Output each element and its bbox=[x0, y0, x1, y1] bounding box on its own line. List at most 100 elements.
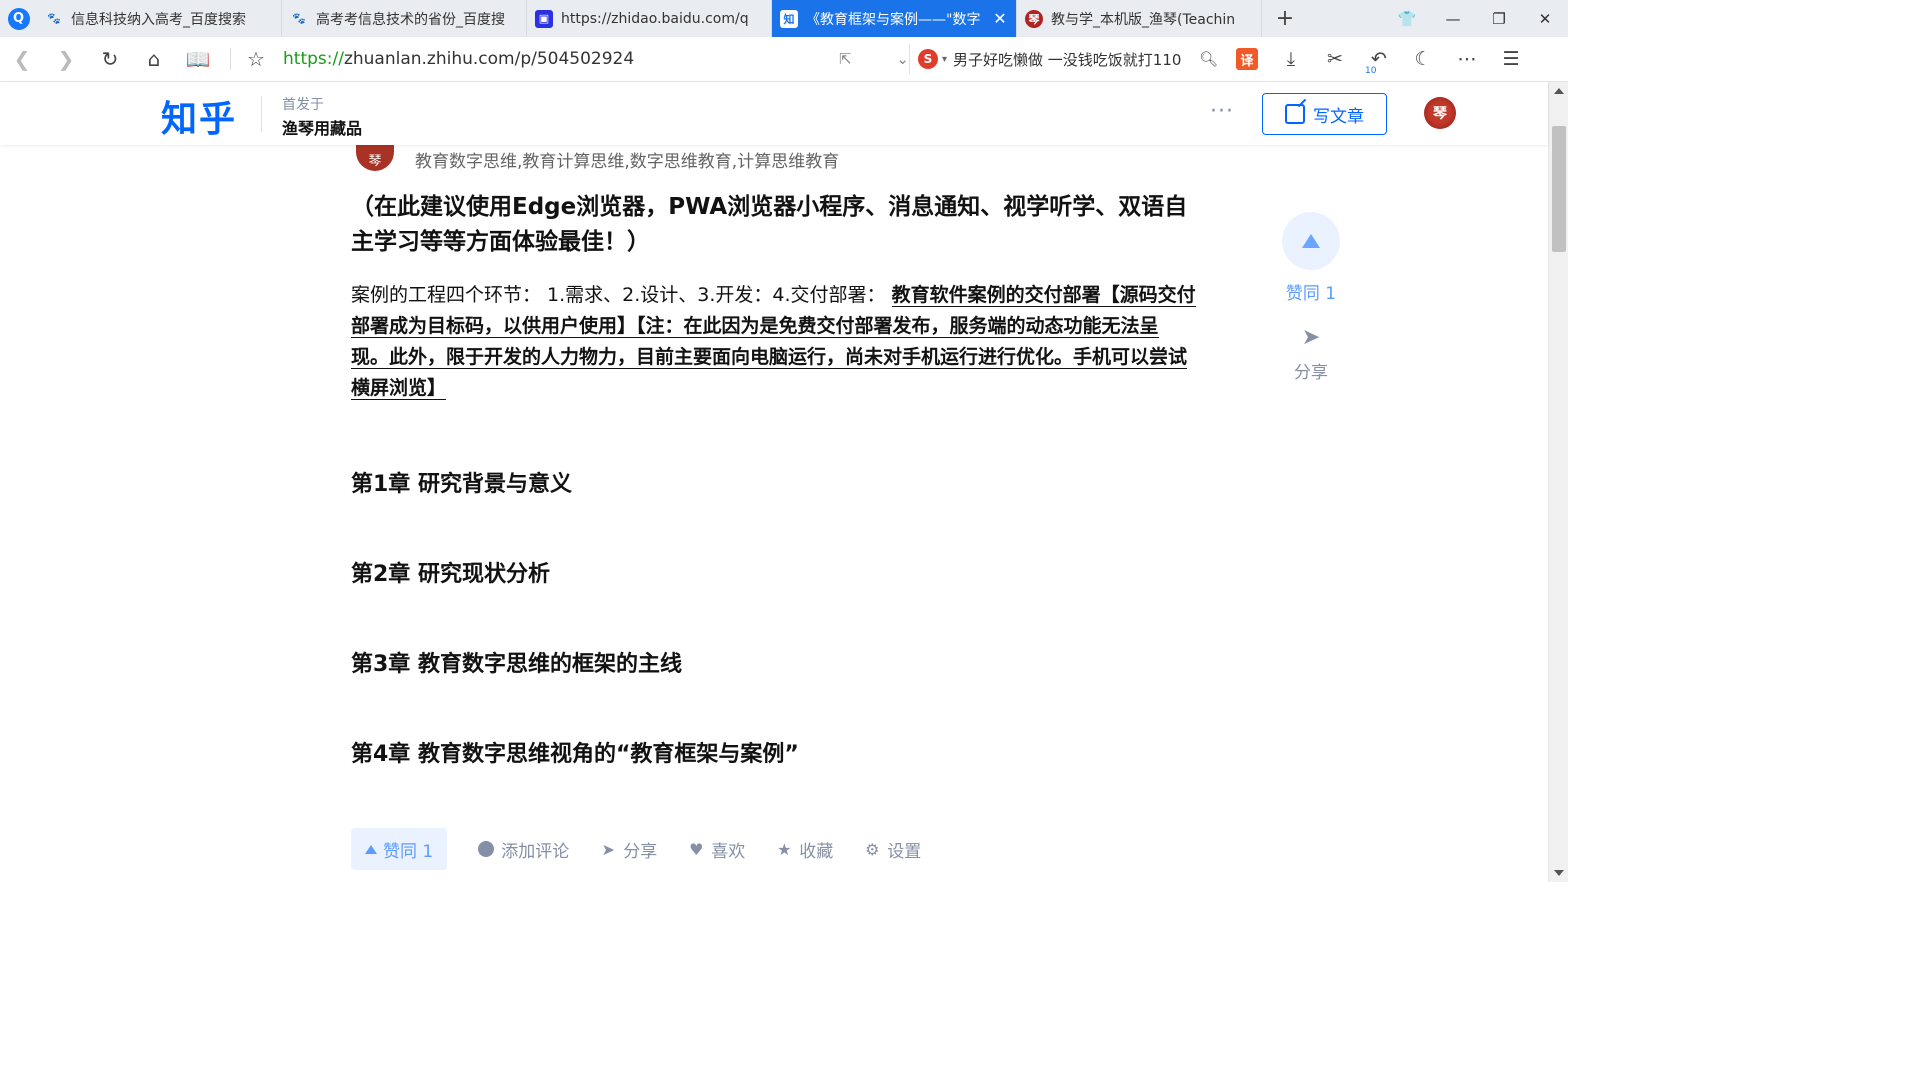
chevron-down-icon[interactable]: ▾ bbox=[942, 54, 947, 65]
close-window-icon[interactable]: ✕ bbox=[1522, 0, 1568, 37]
chapter-heading-4: 第4章 教育数字思维视角的“教育框架与案例” bbox=[351, 742, 799, 767]
sogou-search-icon[interactable]: S bbox=[918, 49, 938, 69]
chevron-down-icon[interactable]: ⌄ bbox=[896, 50, 909, 68]
collect-label: 收藏 bbox=[799, 841, 834, 862]
url-scheme: https:// bbox=[283, 49, 344, 69]
workflow-paragraph: 案例的工程四个环节： 1.需求、2.设计、3.开发：4.交付部署： 教育软件案例… bbox=[351, 280, 1196, 404]
side-share-label[interactable]: 分享 bbox=[1276, 358, 1346, 383]
search-input[interactable]: 男子好吃懒做 一没钱吃饭就打110 bbox=[953, 49, 1193, 70]
divider bbox=[261, 96, 262, 132]
edit-icon bbox=[1285, 104, 1305, 124]
tab-baidu-search-2[interactable]: 🐾 高考考信息技术的省份_百度搜 bbox=[282, 0, 527, 37]
settings-label: 设置 bbox=[887, 841, 922, 862]
first-published-label: 首发于 bbox=[282, 97, 324, 113]
comment-label: 添加评论 bbox=[501, 841, 570, 862]
side-vote-label[interactable]: 赞同 1 bbox=[1276, 279, 1346, 304]
tab-baidu-zhidao[interactable]: ▣ https://zhidao.baidu.com/q bbox=[527, 0, 772, 37]
tab-zhihu-article[interactable]: 知 《教育框架与案例——"数字 ✕ bbox=[772, 0, 1017, 37]
write-article-button[interactable]: 写文章 bbox=[1262, 93, 1387, 135]
share-button[interactable]: ➤ 分享 bbox=[599, 837, 658, 862]
night-mode-icon[interactable]: ☾ bbox=[1401, 48, 1445, 70]
tab-baidu-search-1[interactable]: 🐾 信息科技纳入高考_百度搜索 bbox=[37, 0, 282, 37]
share-page-icon[interactable]: ⇱ bbox=[839, 50, 852, 68]
back-icon[interactable]: ❮ bbox=[0, 37, 44, 81]
vertical-scrollbar[interactable] bbox=[1548, 82, 1568, 882]
write-article-label: 写文章 bbox=[1313, 106, 1364, 127]
toolbar: 译 ⤓ ✂ ↶ 10 ☾ ⋯ ☰ bbox=[1225, 48, 1533, 76]
collect-button[interactable]: ★ 收藏 bbox=[775, 837, 833, 862]
hamburger-menu-icon[interactable]: ☰ bbox=[1489, 48, 1533, 70]
reader-mode-icon[interactable]: 📖 bbox=[176, 37, 220, 81]
zhihu-icon: 知 bbox=[780, 9, 798, 28]
star-icon: ★ bbox=[777, 839, 792, 859]
zhihu-header: 知乎 首发于 渔琴用藏品 ··· 写文章 琴 bbox=[0, 82, 1548, 145]
tab-title: 教与学_本机版_渔琴(Teachin bbox=[1051, 11, 1236, 28]
like-button[interactable]: ♥ 喜欢 bbox=[687, 837, 745, 862]
author-row: 琴 教育数字思维,教育计算思维,数字思维教育,计算思维教育 bbox=[356, 145, 839, 172]
address-bar[interactable]: https://zhuanlan.zhihu.com/p/504502924 bbox=[271, 49, 811, 69]
vote-button[interactable]: 赞同 1 bbox=[351, 828, 448, 870]
more-menu-icon[interactable]: ⋯ bbox=[1445, 48, 1489, 70]
paragraph-text: 案例的工程四个环节： 1.需求、2.设计、3.开发：4.交付部署： bbox=[351, 284, 892, 306]
more-options-icon[interactable]: ··· bbox=[1210, 99, 1234, 124]
scroll-down-arrow-icon[interactable] bbox=[1554, 870, 1564, 876]
navigation-bar: ❮ ❯ ↻ ⌂ 📖 ☆ https://zhuanlan.zhihu.com/p… bbox=[0, 37, 1568, 82]
minimize-icon[interactable]: — bbox=[1430, 0, 1476, 37]
seal-icon: 琴 bbox=[1025, 9, 1043, 28]
reload-icon[interactable]: ↻ bbox=[88, 37, 132, 81]
tab-title: 《教育框架与案例——"数字 bbox=[806, 11, 981, 28]
download-icon[interactable]: ⤓ bbox=[1269, 48, 1313, 70]
zhihu-logo[interactable]: 知乎 bbox=[161, 90, 237, 142]
tab-teaching-local[interactable]: 琴 教与学_本机版_渔琴(Teachin bbox=[1017, 0, 1262, 37]
scissors-icon[interactable]: ✂ bbox=[1313, 48, 1357, 70]
tab-title: 高考考信息技术的省份_百度搜 bbox=[316, 11, 505, 28]
translate-button[interactable]: 译 bbox=[1225, 48, 1269, 70]
user-avatar[interactable]: 琴 bbox=[1424, 97, 1456, 129]
side-vote-button[interactable] bbox=[1282, 212, 1340, 270]
baidu-paw-icon: 🐾 bbox=[47, 12, 61, 25]
upvote-icon bbox=[365, 844, 377, 854]
home-icon[interactable]: ⌂ bbox=[132, 37, 176, 81]
tab-close-icon[interactable]: ✕ bbox=[992, 9, 1008, 28]
window-controls: 👕 — ❐ ✕ bbox=[1384, 0, 1568, 37]
comment-icon bbox=[477, 840, 495, 858]
article-body: （在此建议使用Edge浏览器，PWA浏览器小程序、消息通知、视学听学、双语自主学… bbox=[351, 190, 1196, 404]
tab-bar: Q 🐾 信息科技纳入高考_百度搜索 🐾 高考考信息技术的省份_百度搜 ▣ htt… bbox=[0, 0, 1568, 37]
translate-icon: 译 bbox=[1236, 48, 1258, 70]
address-bar-actions: ⇱ ⌄ bbox=[839, 50, 909, 68]
comment-button[interactable]: 添加评论 bbox=[477, 837, 569, 862]
restore-icon[interactable]: ❐ bbox=[1476, 0, 1522, 37]
lead-paragraph: （在此建议使用Edge浏览器，PWA浏览器小程序、消息通知、视学听学、双语自主学… bbox=[351, 194, 1188, 255]
chapter-heading-3: 第3章 教育数字思维的框架的主线 bbox=[351, 652, 682, 677]
browser-logo-icon: Q bbox=[7, 7, 30, 30]
search-box[interactable]: S ▾ 男子好吃懒做 一没钱吃饭就打110 🔍︎ bbox=[909, 44, 1219, 74]
upvote-icon bbox=[1302, 234, 1320, 248]
search-icon[interactable]: 🔍︎ bbox=[1199, 50, 1218, 68]
column-name-link[interactable]: 渔琴用藏品 bbox=[282, 115, 362, 139]
settings-button[interactable]: ⚙ 设置 bbox=[863, 837, 921, 862]
share-label: 分享 bbox=[623, 841, 658, 862]
paper-plane-icon: ➤ bbox=[601, 839, 615, 859]
new-tab-button[interactable]: + bbox=[1262, 0, 1308, 37]
chapter-heading-2: 第2章 研究现状分析 bbox=[351, 562, 550, 587]
undo-close-tab-icon[interactable]: ↶ 10 bbox=[1357, 48, 1401, 76]
baidu-paw-icon: 🐾 bbox=[292, 12, 306, 25]
article-action-bar: 赞同 1 添加评论 ➤ 分享 ♥ 喜欢 ★ 收藏 ⚙ 设置 bbox=[351, 828, 921, 870]
chapter-heading-1: 第1章 研究背景与意义 bbox=[351, 472, 572, 497]
baidu-zhidao-icon: ▣ bbox=[535, 9, 553, 28]
browser-logo[interactable]: Q bbox=[0, 0, 37, 37]
undo-count-badge: 10 bbox=[1365, 66, 1377, 76]
divider bbox=[230, 48, 231, 70]
bookmark-star-icon[interactable]: ☆ bbox=[241, 37, 271, 81]
forward-icon[interactable]: ❯ bbox=[44, 37, 88, 81]
skin-icon[interactable]: 👕 bbox=[1384, 0, 1430, 37]
tab-title: 信息科技纳入高考_百度搜索 bbox=[71, 11, 246, 28]
tab-title: https://zhidao.baidu.com/q bbox=[561, 10, 749, 27]
url-path: zhuanlan.zhihu.com/p/504502924 bbox=[343, 49, 635, 69]
scroll-up-arrow-icon[interactable] bbox=[1554, 88, 1564, 94]
like-label: 喜欢 bbox=[711, 841, 746, 862]
vote-label: 赞同 1 bbox=[383, 841, 434, 862]
scrollbar-thumb[interactable] bbox=[1552, 126, 1566, 252]
paper-plane-icon[interactable]: ➤ bbox=[1299, 327, 1323, 349]
author-avatar[interactable]: 琴 bbox=[356, 145, 394, 171]
